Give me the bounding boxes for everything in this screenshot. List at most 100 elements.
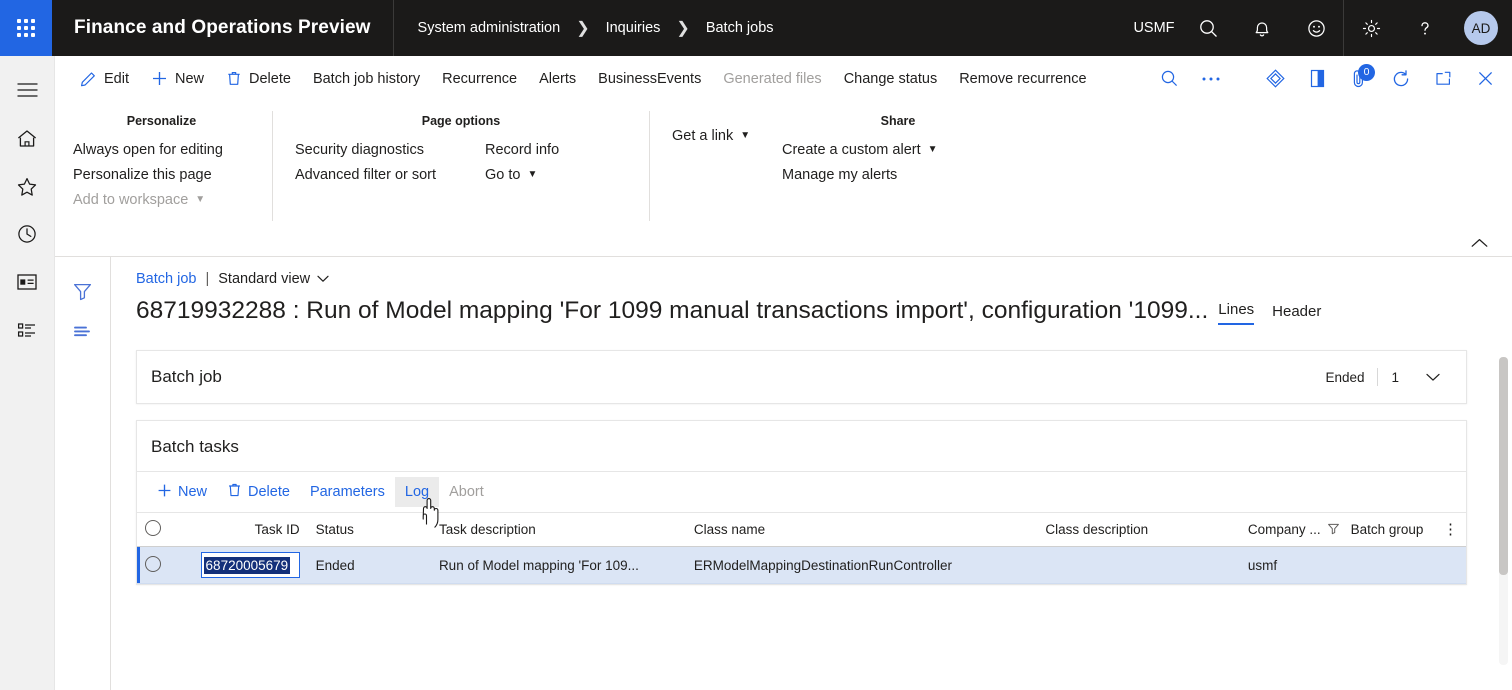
get-a-link-label: Get a link bbox=[672, 128, 733, 144]
table-row[interactable]: 68720005679 Ended Run of Model mapping '… bbox=[137, 547, 1466, 584]
column-options-icon[interactable]: ⋮ bbox=[1443, 522, 1458, 537]
tab-header[interactable]: Header bbox=[1272, 303, 1321, 325]
new-button[interactable]: New bbox=[140, 62, 215, 95]
batch-job-history-button[interactable]: Batch job history bbox=[302, 62, 431, 95]
task-id-edit-field[interactable]: 68720005679 bbox=[201, 552, 300, 578]
header-batch-group[interactable]: Batch group ⋮ bbox=[1343, 513, 1466, 547]
cell-status[interactable]: Ended bbox=[308, 547, 431, 584]
entity-link-batch-job[interactable]: Batch job bbox=[136, 271, 196, 287]
chevron-down-icon: ▼ bbox=[928, 144, 938, 155]
record-info-item[interactable]: Record info bbox=[481, 137, 631, 162]
cell-company[interactable]: usmf bbox=[1240, 547, 1343, 584]
always-open-for-editing-item[interactable]: Always open for editing bbox=[69, 137, 254, 162]
header-company[interactable]: Company ... bbox=[1240, 513, 1343, 547]
batch-job-count: 1 bbox=[1378, 370, 1412, 385]
hamburger-menu-icon[interactable] bbox=[3, 66, 51, 114]
change-status-button[interactable]: Change status bbox=[833, 62, 949, 95]
product-brand-title: Finance and Operations Preview bbox=[52, 17, 393, 39]
filter-pane-lines-icon[interactable] bbox=[63, 311, 103, 351]
grid-new-button[interactable]: New bbox=[147, 477, 217, 507]
search-icon[interactable] bbox=[1181, 0, 1235, 56]
batch-tasks-grid: Task ID Status Task description Class na… bbox=[137, 512, 1466, 584]
recurrence-button[interactable]: Recurrence bbox=[431, 62, 528, 95]
ribbon-group-title-share: Share bbox=[778, 111, 1018, 137]
go-to-item[interactable]: Go to ▼ bbox=[481, 162, 631, 187]
office-document-icon[interactable] bbox=[1296, 60, 1338, 98]
grid-parameters-button[interactable]: Parameters bbox=[300, 477, 395, 507]
grid-delete-button[interactable]: Delete bbox=[217, 477, 300, 507]
ribbon-group-title-page-options: Page options bbox=[291, 111, 631, 137]
pencil-icon bbox=[80, 70, 97, 87]
edit-button-label: Edit bbox=[104, 71, 129, 87]
cell-class-name[interactable]: ERModelMappingDestinationRunController bbox=[686, 547, 1038, 584]
get-a-link-item[interactable]: Get a link ▼ bbox=[668, 123, 778, 148]
batch-job-card-header[interactable]: Batch job Ended 1 bbox=[137, 351, 1466, 403]
manage-my-alerts-item[interactable]: Manage my alerts bbox=[778, 162, 1018, 187]
business-events-button[interactable]: BusinessEvents bbox=[587, 62, 712, 95]
search-icon[interactable] bbox=[1148, 60, 1190, 98]
collapse-ribbon-chevron-up-icon[interactable] bbox=[1464, 232, 1494, 254]
alerts-button[interactable]: Alerts bbox=[528, 62, 587, 95]
batch-tasks-card: Batch tasks New Delete Parameters Log Ab… bbox=[136, 420, 1467, 585]
tab-lines[interactable]: Lines bbox=[1218, 301, 1254, 325]
create-a-custom-alert-item[interactable]: Create a custom alert ▼ bbox=[778, 137, 1018, 162]
avatar[interactable]: AD bbox=[1464, 11, 1498, 45]
filter-pane-rail bbox=[55, 257, 111, 690]
header-task-id[interactable]: Task ID bbox=[195, 513, 308, 547]
security-diagnostics-item[interactable]: Security diagnostics bbox=[291, 137, 481, 162]
breadcrumb-item-inquiries[interactable]: Inquiries bbox=[606, 20, 661, 36]
settings-gear-icon[interactable] bbox=[1344, 0, 1398, 56]
vertical-scrollbar[interactable] bbox=[1499, 357, 1508, 665]
advanced-filter-or-sort-item[interactable]: Advanced filter or sort bbox=[291, 162, 481, 187]
personalize-this-page-item[interactable]: Personalize this page bbox=[69, 162, 254, 187]
cell-task-id[interactable]: 68720005679 bbox=[195, 547, 308, 584]
header-class-name[interactable]: Class name bbox=[686, 513, 1038, 547]
select-all-header[interactable] bbox=[137, 513, 195, 547]
modules-list-icon[interactable] bbox=[3, 306, 51, 354]
filter-funnel-icon[interactable] bbox=[63, 271, 103, 311]
ribbon-separator bbox=[272, 111, 273, 221]
ribbon-group-personalize: Personalize Always open for editing Pers… bbox=[69, 111, 254, 256]
app-root: Finance and Operations Preview System ad… bbox=[0, 0, 1512, 690]
workspaces-icon[interactable] bbox=[3, 258, 51, 306]
refresh-icon[interactable] bbox=[1380, 60, 1422, 98]
edit-button[interactable]: Edit bbox=[69, 62, 140, 95]
filter-funnel-icon[interactable] bbox=[1327, 522, 1340, 538]
notifications-bell-icon[interactable] bbox=[1235, 0, 1289, 56]
company-selector[interactable]: USMF bbox=[1127, 0, 1181, 56]
overflow-ellipsis-icon[interactable] bbox=[1190, 60, 1232, 98]
view-selector[interactable]: Standard view bbox=[218, 271, 329, 287]
row-select-radio[interactable] bbox=[145, 556, 161, 572]
close-icon[interactable] bbox=[1464, 60, 1506, 98]
recent-clock-icon[interactable] bbox=[3, 210, 51, 258]
header-class-description[interactable]: Class description bbox=[1037, 513, 1239, 547]
generated-files-button: Generated files bbox=[712, 62, 832, 95]
ribbon-panel: Personalize Always open for editing Pers… bbox=[55, 101, 1512, 256]
open-in-new-window-icon[interactable] bbox=[1422, 60, 1464, 98]
delete-button-label: Delete bbox=[249, 71, 291, 87]
row-select-cell[interactable] bbox=[137, 547, 195, 584]
help-question-icon[interactable] bbox=[1398, 0, 1452, 56]
app-launcher-icon[interactable] bbox=[0, 0, 52, 56]
cell-class-description[interactable] bbox=[1037, 547, 1239, 584]
select-all-radio[interactable] bbox=[145, 520, 161, 536]
header-task-description[interactable]: Task description bbox=[431, 513, 686, 547]
expand-chevron-down-icon[interactable] bbox=[1412, 370, 1448, 385]
grid-log-button[interactable]: Log bbox=[395, 477, 439, 507]
power-apps-icon[interactable] bbox=[1254, 60, 1296, 98]
batch-job-card-summary: Ended 1 bbox=[1312, 368, 1448, 386]
header-status[interactable]: Status bbox=[308, 513, 431, 547]
home-icon[interactable] bbox=[3, 114, 51, 162]
attachments-icon[interactable]: 0 bbox=[1338, 60, 1380, 98]
delete-button[interactable]: Delete bbox=[215, 62, 302, 95]
go-to-label: Go to bbox=[485, 167, 520, 183]
favorites-star-icon[interactable] bbox=[3, 162, 51, 210]
feedback-smiley-icon[interactable] bbox=[1289, 0, 1343, 56]
chevron-right-icon: ❯ bbox=[560, 18, 605, 38]
cell-task-description[interactable]: Run of Model mapping 'For 109... bbox=[431, 547, 686, 584]
remove-recurrence-button[interactable]: Remove recurrence bbox=[948, 62, 1097, 95]
cell-batch-group[interactable] bbox=[1343, 547, 1466, 584]
vertical-scrollbar-thumb[interactable] bbox=[1499, 357, 1508, 575]
breadcrumb-item-system-administration[interactable]: System administration bbox=[418, 20, 561, 36]
breadcrumb-item-batch-jobs[interactable]: Batch jobs bbox=[706, 20, 774, 36]
